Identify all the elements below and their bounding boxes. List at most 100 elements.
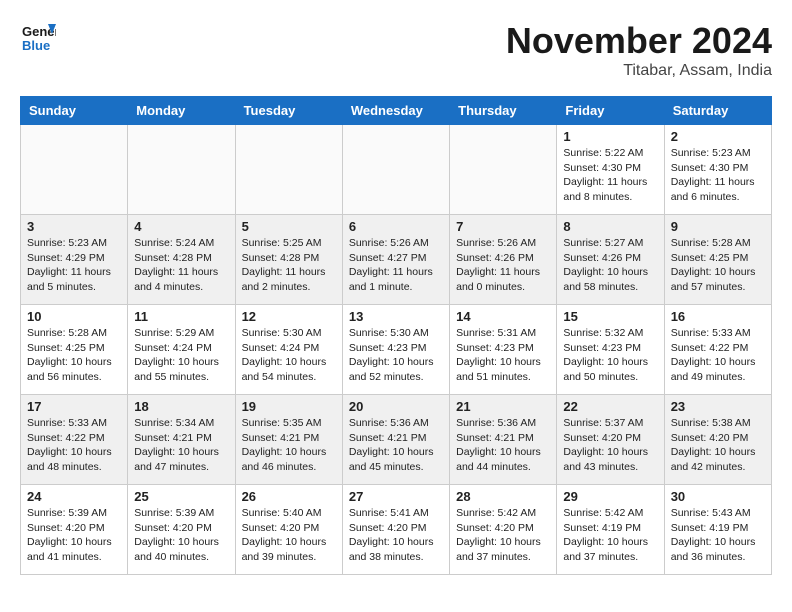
day-info: Sunrise: 5:23 AM Sunset: 4:30 PM Dayligh…: [671, 146, 765, 205]
day-cell: 13 Sunrise: 5:30 AM Sunset: 4:23 PM Dayli…: [342, 305, 449, 395]
day-info: Sunrise: 5:39 AM Sunset: 4:20 PM Dayligh…: [134, 506, 228, 565]
day-cell: 27 Sunrise: 5:41 AM Sunset: 4:20 PM Dayli…: [342, 485, 449, 575]
page-header: General Blue November 2024 Titabar, Assa…: [20, 20, 772, 80]
day-info: Sunrise: 5:25 AM Sunset: 4:28 PM Dayligh…: [242, 236, 336, 295]
day-cell: 24Sunrise: 5:39 AM Sunset: 4:20 PM Dayli…: [21, 485, 128, 575]
day-cell: 15 Sunrise: 5:32 AM Sunset: 4:23 PM Dayli…: [557, 305, 664, 395]
day-number: 26: [242, 489, 336, 504]
calendar-header-row: SundayMondayTuesdayWednesdayThursdayFrid…: [21, 97, 772, 125]
day-info: Sunrise: 5:22 AM Sunset: 4:30 PM Dayligh…: [563, 146, 657, 205]
col-header-wednesday: Wednesday: [342, 97, 449, 125]
day-cell: 4Sunrise: 5:24 AM Sunset: 4:28 PM Daylig…: [128, 215, 235, 305]
col-header-thursday: Thursday: [450, 97, 557, 125]
col-header-friday: Friday: [557, 97, 664, 125]
day-number: 22: [563, 399, 657, 414]
day-cell: 10 Sunrise: 5:28 AM Sunset: 4:25 PM Dayli…: [21, 305, 128, 395]
day-info: Sunrise: 5:36 AM Sunset: 4:21 PM Dayligh…: [456, 416, 550, 475]
col-header-saturday: Saturday: [664, 97, 771, 125]
day-number: 27: [349, 489, 443, 504]
day-cell: 6Sunrise: 5:26 AM Sunset: 4:27 PM Daylig…: [342, 215, 449, 305]
day-info: Sunrise: 5:38 AM Sunset: 4:20 PM Dayligh…: [671, 416, 765, 475]
day-number: 28: [456, 489, 550, 504]
day-info: Sunrise: 5:39 AM Sunset: 4:20 PM Dayligh…: [27, 506, 121, 565]
day-info: Sunrise: 5:36 AM Sunset: 4:21 PM Dayligh…: [349, 416, 443, 475]
day-info: Sunrise: 5:40 AM Sunset: 4:20 PM Dayligh…: [242, 506, 336, 565]
day-info: Sunrise: 5:33 AM Sunset: 4:22 PM Dayligh…: [671, 326, 765, 385]
day-number: 8: [563, 219, 657, 234]
day-cell: 2Sunrise: 5:23 AM Sunset: 4:30 PM Daylig…: [664, 125, 771, 215]
day-number: 16: [671, 309, 765, 324]
day-cell: 19Sunrise: 5:35 AM Sunset: 4:21 PM Dayli…: [235, 395, 342, 485]
day-number: 23: [671, 399, 765, 414]
day-cell: 23 Sunrise: 5:38 AM Sunset: 4:20 PM Dayli…: [664, 395, 771, 485]
day-info: Sunrise: 5:23 AM Sunset: 4:29 PM Dayligh…: [27, 236, 121, 295]
day-cell: 30Sunrise: 5:43 AM Sunset: 4:19 PM Dayli…: [664, 485, 771, 575]
day-cell: 7Sunrise: 5:26 AM Sunset: 4:26 PM Daylig…: [450, 215, 557, 305]
day-number: 10: [27, 309, 121, 324]
day-cell: 29 Sunrise: 5:42 AM Sunset: 4:19 PM Dayli…: [557, 485, 664, 575]
day-cell: 11Sunrise: 5:29 AM Sunset: 4:24 PM Dayli…: [128, 305, 235, 395]
day-cell: 28 Sunrise: 5:42 AM Sunset: 4:20 PM Dayli…: [450, 485, 557, 575]
day-number: 3: [27, 219, 121, 234]
day-number: 17: [27, 399, 121, 414]
day-number: 14: [456, 309, 550, 324]
month-title: November 2024: [506, 20, 772, 62]
day-number: 1: [563, 129, 657, 144]
day-cell: 9 Sunrise: 5:28 AM Sunset: 4:25 PM Daylig…: [664, 215, 771, 305]
day-info: Sunrise: 5:28 AM Sunset: 4:25 PM Dayligh…: [671, 236, 765, 295]
day-info: Sunrise: 5:30 AM Sunset: 4:24 PM Dayligh…: [242, 326, 336, 385]
day-cell: 26 Sunrise: 5:40 AM Sunset: 4:20 PM Dayli…: [235, 485, 342, 575]
week-row-1: 1 Sunrise: 5:22 AM Sunset: 4:30 PM Daylig…: [21, 125, 772, 215]
logo: General Blue: [20, 20, 56, 56]
day-number: 12: [242, 309, 336, 324]
day-info: Sunrise: 5:26 AM Sunset: 4:26 PM Dayligh…: [456, 236, 550, 295]
day-number: 13: [349, 309, 443, 324]
day-number: 29: [563, 489, 657, 504]
day-number: 20: [349, 399, 443, 414]
day-cell: 21 Sunrise: 5:36 AM Sunset: 4:21 PM Dayli…: [450, 395, 557, 485]
col-header-tuesday: Tuesday: [235, 97, 342, 125]
week-row-2: 3 Sunrise: 5:23 AM Sunset: 4:29 PM Daylig…: [21, 215, 772, 305]
week-row-5: 24Sunrise: 5:39 AM Sunset: 4:20 PM Dayli…: [21, 485, 772, 575]
day-info: Sunrise: 5:32 AM Sunset: 4:23 PM Dayligh…: [563, 326, 657, 385]
day-info: Sunrise: 5:41 AM Sunset: 4:20 PM Dayligh…: [349, 506, 443, 565]
calendar-table: SundayMondayTuesdayWednesdayThursdayFrid…: [20, 96, 772, 575]
day-number: 25: [134, 489, 228, 504]
week-row-4: 17 Sunrise: 5:33 AM Sunset: 4:22 PM Dayli…: [21, 395, 772, 485]
day-info: Sunrise: 5:42 AM Sunset: 4:20 PM Dayligh…: [456, 506, 550, 565]
day-cell: 25 Sunrise: 5:39 AM Sunset: 4:20 PM Dayli…: [128, 485, 235, 575]
day-number: 6: [349, 219, 443, 234]
svg-text:Blue: Blue: [22, 38, 50, 53]
day-cell: 12 Sunrise: 5:30 AM Sunset: 4:24 PM Dayli…: [235, 305, 342, 395]
day-cell: [342, 125, 449, 215]
day-number: 18: [134, 399, 228, 414]
day-info: Sunrise: 5:34 AM Sunset: 4:21 PM Dayligh…: [134, 416, 228, 475]
day-cell: [235, 125, 342, 215]
day-number: 21: [456, 399, 550, 414]
week-row-3: 10 Sunrise: 5:28 AM Sunset: 4:25 PM Dayli…: [21, 305, 772, 395]
day-info: Sunrise: 5:27 AM Sunset: 4:26 PM Dayligh…: [563, 236, 657, 295]
day-cell: 1 Sunrise: 5:22 AM Sunset: 4:30 PM Daylig…: [557, 125, 664, 215]
day-number: 5: [242, 219, 336, 234]
day-cell: 22 Sunrise: 5:37 AM Sunset: 4:20 PM Dayli…: [557, 395, 664, 485]
day-cell: 3 Sunrise: 5:23 AM Sunset: 4:29 PM Daylig…: [21, 215, 128, 305]
day-info: Sunrise: 5:35 AM Sunset: 4:21 PM Dayligh…: [242, 416, 336, 475]
day-info: Sunrise: 5:43 AM Sunset: 4:19 PM Dayligh…: [671, 506, 765, 565]
day-info: Sunrise: 5:33 AM Sunset: 4:22 PM Dayligh…: [27, 416, 121, 475]
day-info: Sunrise: 5:42 AM Sunset: 4:19 PM Dayligh…: [563, 506, 657, 565]
day-info: Sunrise: 5:28 AM Sunset: 4:25 PM Dayligh…: [27, 326, 121, 385]
day-number: 9: [671, 219, 765, 234]
day-cell: [450, 125, 557, 215]
day-number: 11: [134, 309, 228, 324]
day-cell: [128, 125, 235, 215]
day-cell: 14Sunrise: 5:31 AM Sunset: 4:23 PM Dayli…: [450, 305, 557, 395]
logo-icon: General Blue: [20, 20, 56, 56]
location-subtitle: Titabar, Assam, India: [506, 62, 772, 80]
day-info: Sunrise: 5:24 AM Sunset: 4:28 PM Dayligh…: [134, 236, 228, 295]
col-header-sunday: Sunday: [21, 97, 128, 125]
day-cell: 8 Sunrise: 5:27 AM Sunset: 4:26 PM Daylig…: [557, 215, 664, 305]
day-cell: 18 Sunrise: 5:34 AM Sunset: 4:21 PM Dayli…: [128, 395, 235, 485]
day-info: Sunrise: 5:30 AM Sunset: 4:23 PM Dayligh…: [349, 326, 443, 385]
day-number: 15: [563, 309, 657, 324]
day-info: Sunrise: 5:37 AM Sunset: 4:20 PM Dayligh…: [563, 416, 657, 475]
